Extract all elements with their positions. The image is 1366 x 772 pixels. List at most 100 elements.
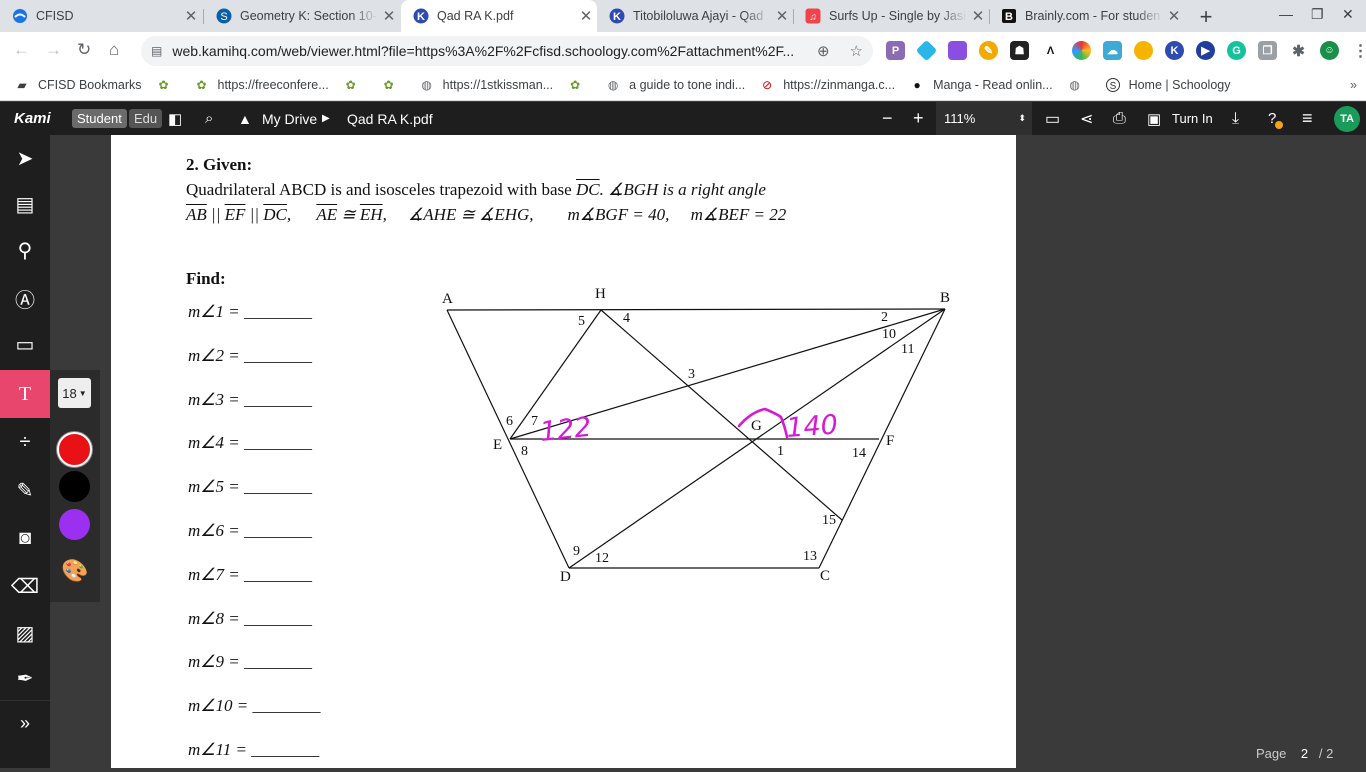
search-icon[interactable]: ⌕ (205, 102, 213, 135)
close-tab-icon[interactable]: ✕ (1163, 7, 1185, 25)
shapes-tool-icon[interactable]: ◙ (0, 515, 50, 561)
bookmark-tone-guide[interactable]: ◍ a guide to tone indi... (605, 77, 745, 93)
close-tab-icon[interactable]: ✕ (378, 7, 400, 25)
a-extension-icon[interactable]: Λ (1041, 41, 1060, 60)
bookmark-star-icon[interactable]: ☆ (850, 42, 863, 60)
more-bookmarks-icon[interactable]: » (1350, 78, 1357, 92)
frog-icon: ✿ (345, 77, 356, 92)
print-icon[interactable]: ⎙ (1113, 102, 1126, 135)
url-text[interactable]: web.kamihq.com/web/viewer.html?file=http… (172, 43, 807, 59)
tab-cfisd[interactable]: CFISD ✕ (0, 0, 202, 32)
menu-icon[interactable]: ≡ (1302, 102, 1313, 135)
forward-icon[interactable]: → (45, 40, 62, 60)
diamond-extension-icon[interactable] (915, 39, 938, 62)
tab-titobiloluwa[interactable]: K Titobiloluwa Ajayi - Qad ✕ (597, 0, 793, 32)
equation-tool-icon[interactable]: ÷ (0, 419, 50, 465)
close-window-icon[interactable]: ✕ (1342, 6, 1354, 23)
file-name[interactable]: Qad RA K.pdf (347, 102, 433, 135)
student-mode-button[interactable]: Student (72, 109, 127, 128)
open-folder-icon[interactable]: ▭ (1045, 102, 1060, 135)
back-icon[interactable]: ← (13, 40, 30, 60)
address-bar[interactable]: ▤ web.kamihq.com/web/viewer.html?file=ht… (141, 36, 873, 66)
pdf-extension-icon[interactable]: P (886, 41, 905, 60)
zoom-out-icon[interactable]: − (882, 102, 893, 135)
eraser-tool-icon[interactable]: ⌫ (0, 563, 50, 609)
minimize-icon[interactable]: — (1279, 6, 1293, 22)
profile-avatar-icon[interactable]: ☺ (1320, 41, 1339, 60)
text-tool-icon[interactable]: T (0, 370, 50, 418)
frog-icon: ✿ (158, 77, 169, 92)
tab-qad-ra-k[interactable]: K Qad RA K.pdf ✕ (401, 0, 597, 32)
bookmark-zinmanga[interactable]: ⊘ https://zinmanga.c... (759, 77, 895, 93)
help-icon[interactable]: ? (1268, 102, 1284, 135)
highlighter-tool-icon[interactable]: Ⓐ (0, 275, 50, 321)
expand-icon[interactable]: » (0, 700, 50, 746)
more-menu-icon[interactable]: ⋮ (1351, 41, 1366, 60)
color-swatch-purple[interactable] (59, 509, 90, 540)
bookmark-globe[interactable]: ◍ (1067, 77, 1091, 93)
turn-in-button[interactable]: Turn In (1172, 102, 1213, 135)
chevron-right-icon: ▶ (322, 113, 330, 124)
zoom-in-icon[interactable]: + (913, 102, 924, 135)
bookmark-frog[interactable]: ✿ (343, 77, 367, 93)
cloud-extension-icon[interactable]: ☁ (1103, 41, 1122, 60)
current-page[interactable]: 2 (1301, 746, 1308, 761)
image-tool-icon[interactable]: ▨ (0, 610, 50, 656)
on-extension-icon[interactable] (1134, 41, 1153, 60)
tab-geometry-k[interactable]: S Geometry K: Section 10- ✕ (204, 0, 400, 32)
color-swatch-red[interactable] (57, 432, 92, 467)
comment-tool-icon[interactable]: ▭ (0, 321, 50, 367)
close-tab-icon[interactable]: ✕ (771, 7, 793, 25)
music-icon: ♫ (805, 8, 821, 24)
breadcrumb-drive[interactable]: My Drive (262, 102, 317, 135)
zoom-select[interactable]: 111% ⬍ (936, 102, 1032, 135)
site-info-icon[interactable]: ▤ (151, 44, 162, 58)
palette-icon[interactable]: 🎨 (61, 558, 88, 584)
close-tab-icon[interactable]: ✕ (180, 7, 202, 25)
zinmanga-icon: ⊘ (762, 77, 773, 92)
color-swatch-black[interactable] (59, 471, 90, 502)
point-label: C (820, 568, 830, 584)
kami-logo[interactable]: Kami (14, 102, 51, 135)
robot-extension-icon[interactable]: ☗ (1010, 41, 1029, 60)
purple-extension-icon[interactable] (948, 41, 967, 60)
bookmark-cfisd[interactable]: ▰ CFISD Bookmarks (14, 77, 141, 93)
color-extension-icon[interactable] (1072, 41, 1091, 60)
user-avatar[interactable]: TA (1334, 105, 1360, 132)
bookmark-schoology[interactable]: S Home | Schoology (1105, 77, 1231, 93)
home-icon[interactable]: ⌂ (109, 40, 119, 60)
close-tab-icon[interactable]: ✕ (575, 7, 597, 25)
edit-extension-icon[interactable]: ✎ (979, 41, 998, 60)
grammarly-extension-icon[interactable]: G (1227, 41, 1246, 60)
bookmark-frog[interactable]: ✿ (567, 77, 591, 93)
puzzle-icon[interactable]: ✱ (1289, 41, 1308, 60)
tab-brainly[interactable]: B Brainly.com - For studen ✕ (989, 0, 1185, 32)
signature-tool-icon[interactable]: ✒ (0, 655, 50, 701)
share-icon[interactable]: ⋖ (1080, 102, 1093, 135)
font-size-select[interactable]: 18 ▼ (58, 378, 91, 408)
restore-icon[interactable]: ❐ (1311, 6, 1324, 23)
new-tab-button[interactable]: + (1194, 4, 1218, 30)
dictionary-tool-icon[interactable]: ▤ (0, 181, 50, 227)
bookmark-1stkissman[interactable]: ◍ https://1stkissman... (419, 77, 553, 93)
install-icon[interactable]: ⊕ (817, 42, 830, 60)
bookmark-frog[interactable]: ✿ (381, 77, 405, 93)
frog-icon: ✿ (196, 77, 207, 92)
bookmark-freeconference[interactable]: ✿ https://freeconfere... (194, 77, 328, 93)
sidebar-toggle-icon[interactable]: ◧ (168, 102, 182, 135)
play-extension-icon[interactable]: ▶ (1196, 41, 1215, 60)
bookmark-manga[interactable]: ● Manga - Read onlin... (909, 77, 1052, 93)
bookmark-frog[interactable]: ✿ (156, 77, 180, 93)
extensions-area: P ✎ ☗ Λ ☁ K ▶ G ❐ ✱ ☺ ⋮ (886, 39, 1366, 62)
close-tab-icon[interactable]: ✕ (967, 7, 989, 25)
drawing-tool-icon[interactable]: ✎ (0, 467, 50, 513)
select-tool-icon[interactable]: ➤ (0, 135, 50, 181)
edu-mode-button[interactable]: Edu (129, 109, 163, 128)
svg-text:K: K (613, 11, 621, 23)
tabs-extension-icon[interactable]: ❐ (1258, 41, 1277, 60)
download-icon[interactable]: ⤓ (1232, 102, 1239, 135)
tab-surfs-up[interactable]: ♫ Surfs Up - Single by Jasi ✕ (793, 0, 989, 32)
kami-extension-icon[interactable]: K (1165, 41, 1184, 60)
markup-tool-icon[interactable]: ⚲ (0, 227, 50, 273)
reload-icon[interactable]: ↻ (77, 40, 91, 60)
